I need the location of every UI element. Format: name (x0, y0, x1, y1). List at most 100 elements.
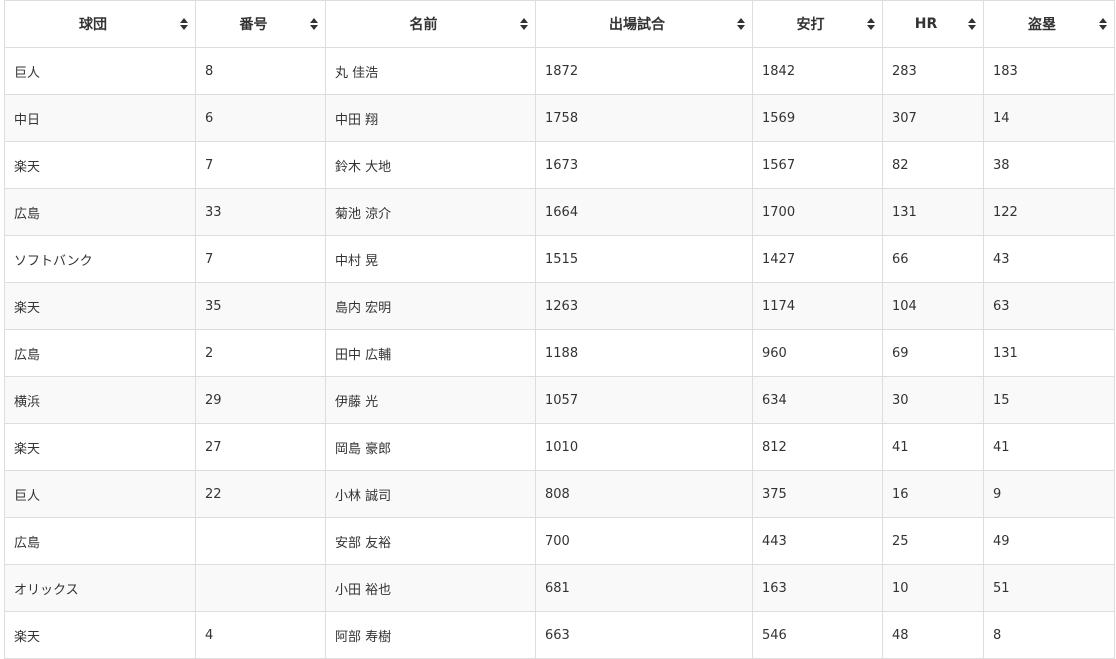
games-cell: 1057 (535, 376, 753, 424)
team-cell: 楽天 (4, 423, 196, 471)
hits-cell: 546 (752, 611, 883, 659)
hr-cell: 66 (882, 235, 984, 283)
team-cell: 楽天 (4, 141, 196, 189)
sort-icon[interactable] (867, 18, 875, 30)
team-cell: 広島 (4, 188, 196, 236)
team-cell: 横浜 (4, 376, 196, 424)
hits-cell: 1567 (752, 141, 883, 189)
steals-cell: 8 (983, 611, 1115, 659)
column-header-name[interactable]: 名前 (325, 0, 536, 48)
name-cell: 中田 翔 (325, 94, 536, 142)
sort-icon[interactable] (310, 18, 318, 30)
hr-cell: 16 (882, 470, 984, 518)
number-cell: 4 (195, 611, 326, 659)
table-row: 広島 33 菊池 涼介 1664 1700 131 122 (4, 188, 1115, 236)
name-cell: 小林 誠司 (325, 470, 536, 518)
team-cell: 広島 (4, 517, 196, 565)
column-header-label: 盗塁 (1028, 17, 1056, 33)
name-cell: 安部 友裕 (325, 517, 536, 565)
table-body: 巨人 8 丸 佳浩 1872 1842 283 183 中日 6 中田 翔 1758 1569 307 1… (4, 47, 1115, 659)
name-cell: 中村 晃 (325, 235, 536, 283)
number-cell: 6 (195, 94, 326, 142)
table-row: 広島 2 田中 広輔 1188 960 69 131 (4, 329, 1115, 377)
number-cell: 8 (195, 47, 326, 95)
sort-icon[interactable] (520, 18, 528, 30)
stats-table-container: 球団 番号 名前 出場試合 安打 HR 盗塁 巨人 8 丸 佳浩 1872 1842 28… (4, 0, 1115, 659)
player-stats-table: 球団 番号 名前 出場試合 安打 HR 盗塁 巨人 8 丸 佳浩 1872 1842 28… (4, 0, 1115, 659)
hr-cell: 30 (882, 376, 984, 424)
team-cell: オリックス (4, 564, 196, 612)
steals-cell: 15 (983, 376, 1115, 424)
games-cell: 1664 (535, 188, 753, 236)
name-cell: 伊藤 光 (325, 376, 536, 424)
column-header-hits[interactable]: 安打 (752, 0, 883, 48)
team-cell: 巨人 (4, 47, 196, 95)
column-header-label: 安打 (796, 17, 825, 33)
hits-cell: 812 (752, 423, 883, 471)
hits-cell: 375 (752, 470, 883, 518)
column-header-label: 球団 (79, 17, 107, 33)
games-cell: 1188 (535, 329, 753, 377)
number-cell: 7 (195, 235, 326, 283)
team-cell: 広島 (4, 329, 196, 377)
games-cell: 1872 (535, 47, 753, 95)
hits-cell: 1569 (752, 94, 883, 142)
steals-cell: 38 (983, 141, 1115, 189)
column-header-games[interactable]: 出場試合 (535, 0, 753, 48)
table-row: オリックス 小田 裕也 681 163 10 51 (4, 564, 1115, 612)
games-cell: 1263 (535, 282, 753, 330)
table-row: 中日 6 中田 翔 1758 1569 307 14 (4, 94, 1115, 142)
team-cell: 楽天 (4, 282, 196, 330)
sort-icon[interactable] (180, 18, 188, 30)
games-cell: 808 (535, 470, 753, 518)
sort-icon[interactable] (1099, 18, 1107, 30)
sort-icon[interactable] (968, 18, 976, 30)
table-row: 楽天 4 阿部 寿樹 663 546 48 8 (4, 611, 1115, 659)
column-header-label: 名前 (409, 17, 438, 33)
hr-cell: 25 (882, 517, 984, 565)
steals-cell: 131 (983, 329, 1115, 377)
name-cell: 田中 広輔 (325, 329, 536, 377)
number-cell: 33 (195, 188, 326, 236)
steals-cell: 63 (983, 282, 1115, 330)
hr-cell: 41 (882, 423, 984, 471)
number-cell: 2 (195, 329, 326, 377)
name-cell: 丸 佳浩 (325, 47, 536, 95)
number-cell (195, 517, 326, 565)
team-cell: 中日 (4, 94, 196, 142)
header-row: 球団 番号 名前 出場試合 安打 HR 盗塁 (4, 0, 1115, 48)
column-header-steals[interactable]: 盗塁 (983, 0, 1115, 48)
games-cell: 1010 (535, 423, 753, 471)
table-row: 広島 安部 友裕 700 443 25 49 (4, 517, 1115, 565)
column-header-hr[interactable]: HR (882, 0, 984, 48)
table-row: ソフトバンク 7 中村 晃 1515 1427 66 43 (4, 235, 1115, 283)
name-cell: 菊池 涼介 (325, 188, 536, 236)
hits-cell: 443 (752, 517, 883, 565)
name-cell: 小田 裕也 (325, 564, 536, 612)
number-cell: 27 (195, 423, 326, 471)
table-row: 巨人 8 丸 佳浩 1872 1842 283 183 (4, 47, 1115, 95)
games-cell: 663 (535, 611, 753, 659)
hr-cell: 307 (882, 94, 984, 142)
table-row: 楽天 35 島内 宏明 1263 1174 104 63 (4, 282, 1115, 330)
steals-cell: 183 (983, 47, 1115, 95)
column-header-team[interactable]: 球団 (4, 0, 196, 48)
table-header: 球団 番号 名前 出場試合 安打 HR 盗塁 (4, 0, 1115, 48)
hr-cell: 48 (882, 611, 984, 659)
sort-icon[interactable] (737, 18, 745, 30)
table-row: 巨人 22 小林 誠司 808 375 16 9 (4, 470, 1115, 518)
name-cell: 島内 宏明 (325, 282, 536, 330)
steals-cell: 14 (983, 94, 1115, 142)
table-row: 楽天 7 鈴木 大地 1673 1567 82 38 (4, 141, 1115, 189)
games-cell: 1673 (535, 141, 753, 189)
steals-cell: 41 (983, 423, 1115, 471)
hits-cell: 1700 (752, 188, 883, 236)
team-cell: 巨人 (4, 470, 196, 518)
hr-cell: 283 (882, 47, 984, 95)
hits-cell: 1174 (752, 282, 883, 330)
name-cell: 鈴木 大地 (325, 141, 536, 189)
table-row: 横浜 29 伊藤 光 1057 634 30 15 (4, 376, 1115, 424)
hits-cell: 1427 (752, 235, 883, 283)
column-header-number[interactable]: 番号 (195, 0, 326, 48)
hits-cell: 1842 (752, 47, 883, 95)
